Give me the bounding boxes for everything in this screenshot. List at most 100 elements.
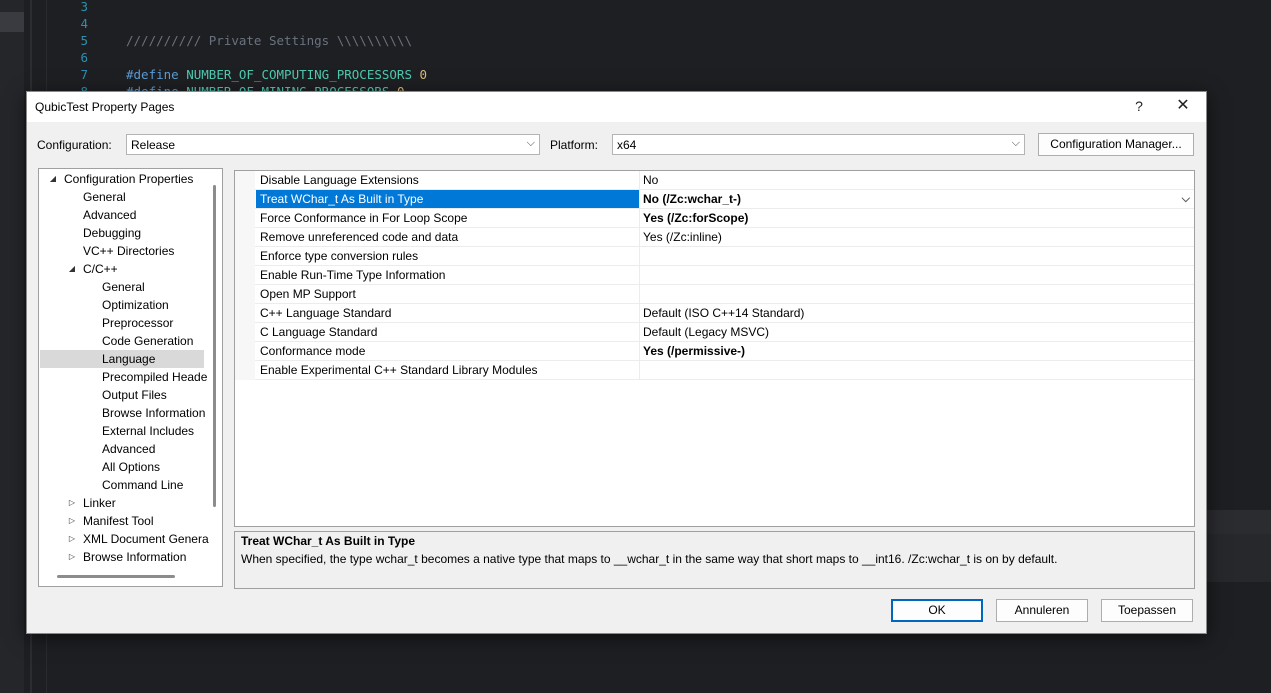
- configuration-select[interactable]: Release ⌵: [126, 134, 540, 155]
- property-value[interactable]: [640, 266, 1194, 284]
- row-gutter: [235, 190, 255, 209]
- property-row[interactable]: Enable Experimental C++ Standard Library…: [235, 361, 1194, 380]
- description-title: Treat WChar_t As Built in Type: [241, 534, 416, 548]
- property-row[interactable]: Force Conformance in For Loop Scope Yes (…: [235, 209, 1194, 228]
- property-value[interactable]: [640, 285, 1194, 303]
- platform-select[interactable]: x64 ⌵: [612, 134, 1025, 155]
- property-name: Open MP Support: [260, 287, 356, 301]
- property-name: Treat WChar_t As Built in Type: [256, 190, 639, 208]
- tree-item-label: Code Generation: [102, 334, 194, 348]
- tree-item[interactable]: Debugging: [40, 224, 204, 242]
- line-number: 4: [80, 16, 88, 31]
- ok-button[interactable]: OK: [891, 599, 983, 622]
- tree-item-label: Optimization: [102, 298, 169, 312]
- tree-item[interactable]: General: [40, 278, 204, 296]
- tree-item[interactable]: Preprocessor: [40, 314, 204, 332]
- tree-item[interactable]: Optimization: [40, 296, 204, 314]
- property-value[interactable]: Yes (/Zc:forScope): [640, 209, 1194, 227]
- cancel-button[interactable]: Annuleren: [996, 599, 1088, 622]
- close-button[interactable]: ✕: [1167, 92, 1199, 122]
- property-value[interactable]: Default (Legacy MSVC): [640, 323, 1194, 341]
- line-number: 5: [80, 33, 88, 48]
- tree-item[interactable]: General: [40, 188, 204, 206]
- tree-item[interactable]: ▷ Linker: [40, 494, 204, 512]
- tree-item-label: Browse Information: [83, 550, 187, 564]
- property-value[interactable]: Yes (/Zc:inline): [640, 228, 1194, 246]
- tree-item-label: Precompiled Heade: [102, 370, 208, 384]
- row-gutter: [235, 266, 255, 285]
- tree-item[interactable]: All Options: [40, 458, 204, 476]
- platform-label: Platform:: [550, 138, 599, 152]
- property-row[interactable]: Open MP Support: [235, 285, 1194, 304]
- dialog-title: QubicTest Property Pages: [35, 100, 175, 114]
- property-name: Conformance mode: [260, 344, 366, 358]
- tree-item-label: XML Document Genera: [83, 532, 209, 546]
- property-row[interactable]: Treat WChar_t As Built in Type No (/Zc:wc…: [235, 190, 1194, 209]
- help-button[interactable]: ?: [1125, 92, 1153, 122]
- tree-item[interactable]: Command Line: [40, 476, 204, 494]
- property-name: Remove unreferenced code and data: [260, 230, 459, 244]
- dialog-titlebar[interactable]: QubicTest Property Pages ? ✕: [27, 92, 1206, 122]
- apply-button[interactable]: Toepassen: [1101, 599, 1193, 622]
- chevron-down-icon[interactable]: ⌵: [1182, 190, 1190, 208]
- collapsed-arrow-icon[interactable]: ▷: [67, 512, 77, 530]
- property-value[interactable]: No: [640, 171, 1194, 189]
- tree-item[interactable]: External Includes: [40, 422, 204, 440]
- editor-line-highlight: [0, 12, 24, 32]
- tree-item-label: All Options: [102, 460, 161, 474]
- property-value[interactable]: [640, 247, 1194, 265]
- tree-item[interactable]: Language: [40, 350, 204, 368]
- editor-band: [1205, 534, 1271, 582]
- property-name: Force Conformance in For Loop Scope: [260, 211, 468, 225]
- line-number: 3: [80, 0, 88, 14]
- row-gutter: [235, 361, 255, 380]
- tree-item[interactable]: Advanced: [40, 206, 204, 224]
- property-name: C Language Standard: [260, 325, 378, 339]
- property-grid[interactable]: Disable Language Extensions No Treat WChar…: [234, 170, 1195, 527]
- tree-item-label: External Includes: [102, 424, 195, 438]
- property-row[interactable]: Conformance mode Yes (/permissive-): [235, 342, 1194, 361]
- property-row[interactable]: Remove unreferenced code and data Yes (/Z…: [235, 228, 1194, 247]
- property-row[interactable]: Enforce type conversion rules: [235, 247, 1194, 266]
- expanded-arrow-icon[interactable]: ◢: [67, 260, 77, 278]
- tree-item[interactable]: Precompiled Heade: [40, 368, 208, 386]
- property-value-text: Yes (/permissive-): [643, 344, 746, 358]
- tree-item[interactable]: Advanced: [40, 440, 204, 458]
- tree-item[interactable]: ▷ Manifest Tool: [40, 512, 204, 530]
- row-gutter: [235, 209, 255, 228]
- row-gutter: [235, 342, 255, 361]
- tree-item[interactable]: VC++ Directories: [40, 242, 204, 260]
- chevron-down-icon: ⌵: [526, 137, 535, 149]
- collapsed-arrow-icon[interactable]: ▷: [67, 494, 77, 512]
- tree-item[interactable]: ▷ Browse Information: [40, 548, 204, 566]
- configuration-manager-button[interactable]: Configuration Manager...: [1038, 133, 1194, 156]
- row-gutter: [235, 171, 255, 190]
- expanded-arrow-icon[interactable]: ◢: [48, 170, 58, 188]
- tree-vertical-scrollbar[interactable]: [213, 185, 216, 507]
- property-tree[interactable]: ◢ Configuration Properties General Advanced…: [38, 168, 223, 587]
- property-value[interactable]: No (/Zc:wchar_t-) ⌵: [640, 190, 1194, 208]
- code-token: ////////// Private Settings \\\\\\\\\\: [126, 33, 412, 48]
- property-value[interactable]: Yes (/permissive-): [640, 342, 1194, 360]
- collapsed-arrow-icon[interactable]: ▷: [67, 530, 77, 548]
- tree-item[interactable]: Browse Information: [40, 404, 205, 422]
- tree-item[interactable]: ◢ C/C++: [40, 260, 204, 278]
- chevron-down-icon: ⌵: [1011, 137, 1020, 149]
- tree-item-label: C/C++: [83, 262, 118, 276]
- row-gutter: [235, 304, 255, 323]
- tree-horizontal-scrollbar[interactable]: [57, 575, 175, 578]
- tree-item[interactable]: ◢ Configuration Properties: [40, 170, 204, 188]
- property-row[interactable]: Disable Language Extensions No: [235, 171, 1194, 190]
- tree-item[interactable]: Output Files: [40, 386, 204, 404]
- property-value[interactable]: Default (ISO C++14 Standard): [640, 304, 1194, 322]
- code-text: ////////// Private Settings \\\\\\\\\\: [126, 32, 412, 49]
- property-row[interactable]: Enable Run-Time Type Information: [235, 266, 1194, 285]
- tree-item[interactable]: ▷ XML Document Genera: [40, 530, 209, 548]
- row-gutter: [235, 247, 255, 266]
- tree-item[interactable]: Code Generation: [40, 332, 204, 350]
- collapsed-arrow-icon[interactable]: ▷: [67, 548, 77, 566]
- property-row[interactable]: C++ Language Standard Default (ISO C++14 …: [235, 304, 1194, 323]
- tree-item-label: Advanced: [83, 208, 137, 222]
- property-value[interactable]: [640, 361, 1194, 379]
- property-row[interactable]: C Language Standard Default (Legacy MSVC): [235, 323, 1194, 342]
